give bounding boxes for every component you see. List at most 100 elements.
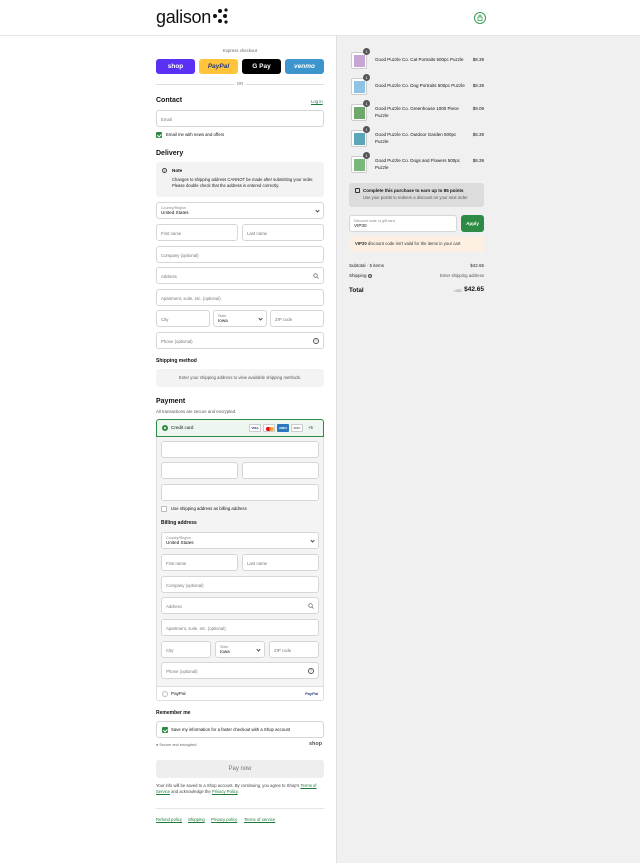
zip-field[interactable]: ZIP code — [270, 310, 324, 327]
quantity-badge: 1 — [363, 126, 370, 133]
remember-heading: Remember me — [156, 710, 191, 716]
credit-card-option[interactable]: Credit card VISA AMEX DISC +5 — [156, 419, 324, 437]
credit-card-radio[interactable] — [162, 425, 168, 431]
google-pay-button[interactable]: G Pay — [242, 59, 281, 74]
puzzle-box-image — [354, 133, 365, 145]
city-field[interactable]: City — [156, 310, 210, 327]
quantity-badge: 1 — [363, 152, 370, 159]
state-value: Iowa — [218, 318, 228, 323]
cart-item-name: Good Puzzle Co. Dogs and Flowers 500pc P… — [375, 158, 461, 170]
billing-address-field[interactable]: Address — [161, 597, 319, 614]
save-info-checkbox[interactable] — [162, 727, 168, 733]
express-checkout-label: Express checkout — [223, 48, 257, 53]
paypal-radio[interactable] — [162, 691, 168, 697]
billing-country-select[interactable]: Country/Region United States — [161, 532, 319, 549]
discount-value: VIP30 — [354, 223, 367, 228]
privacy-policy-link[interactable]: Privacy Policy — [212, 789, 238, 794]
billing-first-name-placeholder: First name — [166, 561, 187, 566]
first-name-placeholder: First name — [161, 231, 182, 236]
total-label: Total — [349, 287, 364, 294]
store-logo[interactable]: galison — [156, 7, 211, 28]
billing-phone-field[interactable]: Phone (optional) ? — [161, 662, 319, 679]
cart-item-thumbnail: 1 — [351, 100, 370, 121]
shop-pay-button[interactable]: shop — [156, 59, 195, 74]
legal-end: . — [237, 789, 239, 795]
payment-heading: Payment — [156, 398, 186, 405]
email-field[interactable]: Email — [156, 110, 324, 127]
address-placeholder: Address — [161, 274, 177, 279]
use-shipping-checkbox[interactable] — [161, 506, 167, 512]
last-name-field[interactable]: Last name — [242, 224, 324, 241]
billing-apartment-field[interactable]: Apartment, suite, etc. (optional) — [161, 619, 319, 636]
card-expiry-field[interactable] — [161, 462, 238, 479]
company-field[interactable]: Company (optional) — [156, 246, 324, 263]
save-info-label: Save my information for a faster checkou… — [171, 727, 291, 732]
error-text: discount code isn't valid for the items … — [367, 241, 461, 246]
cart-bag-icon[interactable] — [474, 12, 486, 24]
discount-error-banner: VIP30 discount code isn't valid for the … — [349, 236, 484, 252]
privacy-policy-footer-link[interactable]: Privacy policy — [211, 817, 237, 823]
login-link[interactable]: Log in — [311, 99, 323, 105]
shipping-method-heading: Shipping method — [156, 358, 197, 364]
cart-item-thumbnail: 1 — [351, 48, 370, 69]
paypal-option[interactable]: PayPal PayPal — [156, 686, 324, 701]
city-placeholder: City — [161, 317, 169, 322]
shipping-value: Enter shipping address — [440, 273, 484, 278]
address-field[interactable]: Address — [156, 267, 324, 284]
cart-item-name: Good Puzzle Co. Dog Portraits 500pc Puzz… — [375, 83, 465, 88]
help-icon[interactable]: ? — [313, 338, 319, 344]
visa-icon: VISA — [249, 424, 261, 432]
shipping-method-box: Enter your shipping address to view avai… — [156, 369, 324, 387]
state-select[interactable]: State Iowa — [213, 310, 267, 327]
delivery-heading: Delivery — [156, 150, 184, 157]
google-pay-label: G Pay — [252, 63, 271, 70]
pay-now-button[interactable]: Pay now — [156, 760, 324, 778]
puzzle-box-image — [354, 55, 365, 67]
cart-item-name: Good Puzzle Co. Greenhouse 1000 Piece Pu… — [375, 106, 459, 118]
terms-of-service-footer-link[interactable]: Terms of service — [244, 817, 275, 823]
first-name-field[interactable]: First name — [156, 224, 238, 241]
shipping-label: Shipping ? — [349, 273, 372, 278]
save-info-box[interactable]: Save my information for a faster checkou… — [156, 721, 324, 738]
billing-state-select[interactable]: State Iowa — [215, 641, 265, 658]
search-icon — [313, 273, 319, 279]
billing-last-name-field[interactable]: Last name — [242, 554, 319, 571]
billing-state-value: Iowa — [220, 649, 230, 654]
cart-item-thumbnail: 1 — [351, 126, 370, 147]
discount-code-field[interactable]: Discount code or gift card VIP30 — [349, 215, 457, 232]
billing-zip-placeholder: ZIP code — [274, 648, 292, 653]
venmo-button[interactable]: venmo — [285, 59, 324, 74]
search-icon — [308, 603, 314, 609]
country-select[interactable]: Country/Region United States — [156, 202, 324, 219]
logo-dots-icon — [213, 8, 228, 24]
phone-field[interactable]: Phone (optional) ? — [156, 332, 324, 349]
points-subtitle: Use your points to redeem a discount on … — [363, 195, 468, 200]
paypal-button[interactable]: PayPal — [199, 59, 238, 74]
newsletter-checkbox[interactable] — [156, 132, 162, 138]
billing-zip-field[interactable]: ZIP code — [269, 641, 319, 658]
points-title: Complete this purchase to earn up to 85 … — [363, 188, 464, 193]
card-number-field[interactable] — [161, 441, 319, 458]
use-shipping-label: Use shipping address as billing address — [171, 506, 247, 511]
help-icon[interactable]: ? — [308, 668, 314, 674]
company-placeholder: Company (optional) — [161, 253, 199, 258]
or-divider-left — [156, 84, 234, 85]
billing-first-name-field[interactable]: First name — [161, 554, 238, 571]
info-icon: i — [162, 168, 167, 173]
billing-city-field[interactable]: City — [161, 641, 211, 658]
apply-discount-button[interactable]: Apply — [461, 215, 484, 232]
note-text: Changes to shipping address CANNOT be ma… — [172, 177, 314, 189]
shipping-help-icon[interactable]: ? — [367, 274, 372, 278]
refund-policy-link[interactable]: Refund policy — [156, 817, 182, 823]
newsletter-label: Email me with news and offers — [166, 132, 225, 137]
billing-company-field[interactable]: Company (optional) — [161, 576, 319, 593]
shipping-link[interactable]: Shipping — [188, 817, 205, 823]
credit-card-label: Credit card — [171, 425, 194, 430]
cart-item-name: Good Puzzle Co. Outdoor Garden 500pc Puz… — [375, 132, 457, 144]
amex-icon: AMEX — [277, 424, 289, 432]
card-name-field[interactable] — [161, 484, 319, 501]
apartment-field[interactable]: Apartment, suite, etc. (optional) — [156, 289, 324, 306]
puzzle-box-image — [354, 107, 365, 119]
card-cvv-field[interactable] — [242, 462, 319, 479]
billing-last-name-placeholder: Last name — [247, 561, 268, 566]
